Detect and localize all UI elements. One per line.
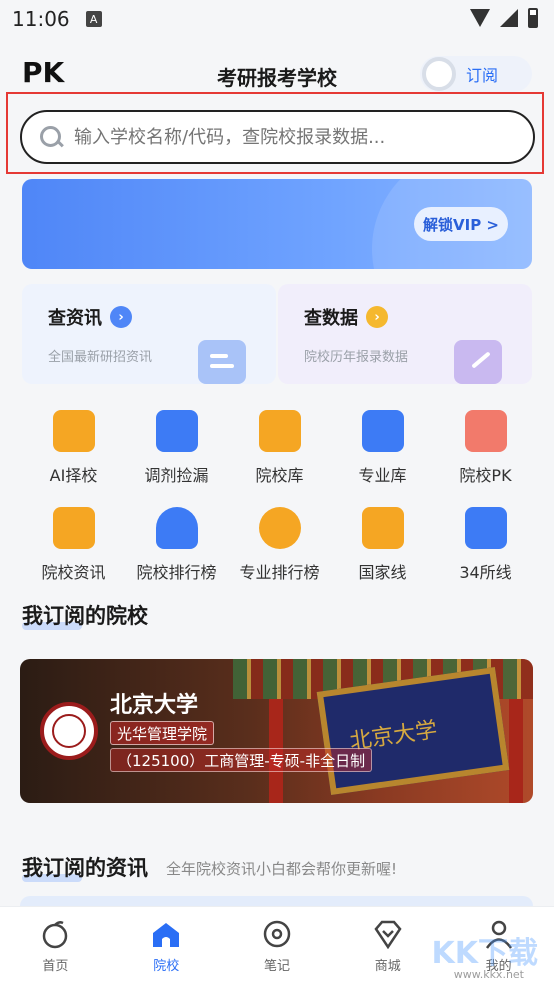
note-icon xyxy=(263,920,291,948)
tab-school[interactable]: 院校 xyxy=(111,907,222,984)
avatar xyxy=(422,57,456,91)
unlock-vip-button[interactable]: 解锁VIP > xyxy=(414,207,508,241)
subscribed-school-card[interactable]: 北京大学 北京大学 光华管理学院 （125100）工商管理-专硕-非全日制 xyxy=(20,659,533,803)
search-bar[interactable] xyxy=(20,110,535,164)
card-data[interactable]: 查数据 › 院校历年报录数据 xyxy=(278,284,532,384)
school-icon xyxy=(153,923,180,947)
card-news-subtitle: 全国最新研招资讯 xyxy=(48,350,153,365)
section-title-news: 我订阅的资讯 xyxy=(22,856,148,882)
status-bar: 11:06 A xyxy=(0,0,554,38)
card-news-title: 查资讯 › xyxy=(48,304,132,330)
trend-line-icon xyxy=(361,507,404,549)
signal-icon xyxy=(500,9,518,27)
card-data-title: 查数据 › xyxy=(304,304,388,330)
graduation-cap-icon xyxy=(52,410,95,452)
vip-banner[interactable]: 解锁VIP > xyxy=(22,179,532,269)
grid-item-national-line[interactable]: 国家线 xyxy=(331,507,434,583)
section-note-news: 全年院校资讯小白都会帮你更新喔! xyxy=(166,860,398,878)
grid-item-34-schools-line[interactable]: 34所线 xyxy=(434,507,537,583)
pillar-decoration xyxy=(509,699,523,803)
folder-icon xyxy=(361,410,404,452)
tab-home[interactable]: 首页 xyxy=(0,907,111,984)
status-a-icon: A xyxy=(85,11,102,27)
watermark-logo: KK下载 xyxy=(431,936,539,971)
tab-notes[interactable]: 笔记 xyxy=(222,907,333,984)
chevron-right-icon: › xyxy=(366,306,388,328)
grid-item-school-library[interactable]: 院校库 xyxy=(228,410,331,486)
building-icon xyxy=(258,410,301,452)
feature-grid-row-2: 院校资讯 院校排行榜 专业排行榜 国家线 34所线 xyxy=(0,507,554,583)
battery-icon xyxy=(528,8,538,28)
card-news[interactable]: 查资讯 › 全国最新研招资讯 xyxy=(22,284,276,384)
shop-icon xyxy=(374,920,402,949)
university-seal-icon xyxy=(40,702,98,760)
status-icons xyxy=(470,8,538,28)
grid-item-school-news[interactable]: 院校资讯 xyxy=(22,507,125,583)
status-time: 11:06 xyxy=(12,7,70,31)
chevron-right-icon: › xyxy=(110,306,132,328)
document-icon xyxy=(198,340,246,384)
watermark-url: www.kkx.net xyxy=(453,968,524,981)
trophy-icon xyxy=(155,507,198,549)
search-input[interactable] xyxy=(74,126,504,148)
school-department: 光华管理学院 xyxy=(110,721,215,745)
grid-item-ai-select[interactable]: AI择校 xyxy=(22,410,125,486)
tab-shop[interactable]: 商城 xyxy=(332,907,443,984)
medal-icon xyxy=(258,507,301,549)
section-title-schools: 我订阅的院校 xyxy=(22,604,148,630)
grid-item-adjustment[interactable]: 调剂捡漏 xyxy=(125,410,228,486)
grid-item-major-library[interactable]: 专业库 xyxy=(331,410,434,486)
school-name: 北京大学 xyxy=(110,693,199,718)
compare-icon xyxy=(464,410,507,452)
news-icon xyxy=(52,507,95,549)
swap-icon xyxy=(155,410,198,452)
grid-icon xyxy=(464,507,507,549)
feature-grid-row-1: AI择校 调剂捡漏 院校库 专业库 院校PK xyxy=(0,410,554,486)
card-data-subtitle: 院校历年报录数据 xyxy=(304,350,409,365)
search-icon xyxy=(38,124,64,150)
top-bar: PK 考研报考学校 订阅 xyxy=(0,54,554,94)
wifi-icon xyxy=(470,9,490,27)
subscribe-button[interactable]: 订阅 xyxy=(420,56,532,92)
subscribe-label: 订阅 xyxy=(466,66,499,85)
grid-item-school-ranking[interactable]: 院校排行榜 xyxy=(125,507,228,583)
checklist-icon xyxy=(454,340,502,384)
grid-item-school-pk[interactable]: 院校PK xyxy=(434,410,537,486)
grid-item-major-ranking[interactable]: 专业排行榜 xyxy=(228,507,331,583)
home-icon xyxy=(43,921,68,949)
school-program: （125100）工商管理-专硕-非全日制 xyxy=(110,748,373,772)
